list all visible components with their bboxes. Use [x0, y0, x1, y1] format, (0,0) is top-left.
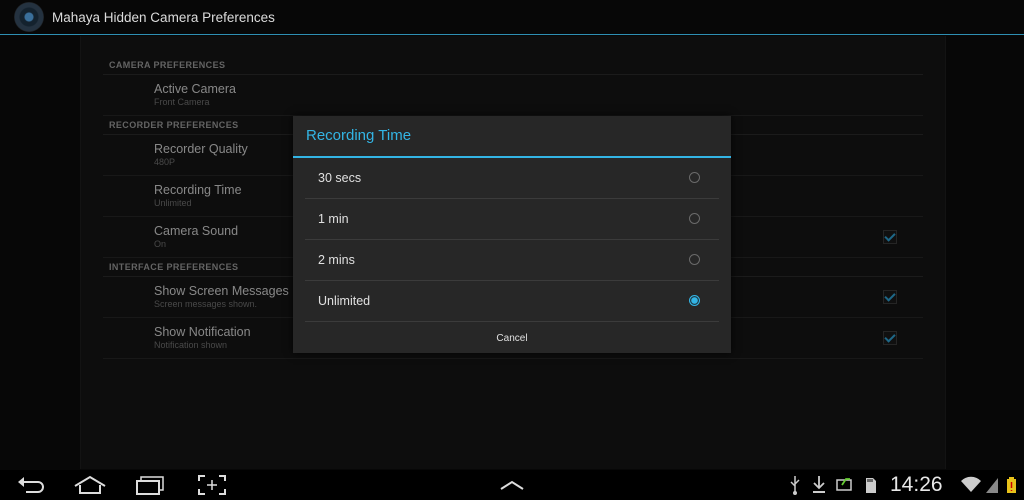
app-title: Mahaya Hidden Camera Preferences — [52, 9, 275, 25]
option-1-min[interactable]: 1 min — [305, 199, 719, 240]
dialog-options: 30 secs 1 min 2 mins Unlimited — [305, 158, 719, 322]
dialog-title: Recording Time — [293, 116, 731, 158]
cancel-button[interactable]: Cancel — [293, 322, 731, 356]
option-label: 30 secs — [318, 171, 362, 185]
camera-lens-icon[interactable] — [14, 2, 44, 32]
option-unlimited[interactable]: Unlimited — [305, 281, 719, 322]
sd-card-icon — [866, 478, 876, 493]
chevron-up-icon[interactable] — [498, 474, 526, 496]
home-icon[interactable] — [73, 474, 107, 496]
status-clock: 14:26 — [890, 473, 943, 496]
signal-icon — [986, 478, 998, 493]
option-label: Unlimited — [318, 294, 371, 308]
download-icon — [813, 476, 825, 493]
recording-time-dialog: Recording Time 30 secs 1 min 2 mins Unli… — [293, 116, 731, 353]
radio-button[interactable] — [689, 254, 700, 265]
wifi-icon — [961, 476, 981, 492]
battery-sync-icon — [836, 478, 852, 491]
radio-button[interactable] — [689, 213, 700, 224]
option-label: 2 mins — [318, 253, 355, 267]
option-label: 1 min — [318, 212, 349, 226]
action-bar: Mahaya Hidden Camera Preferences — [0, 0, 1024, 35]
battery-warning-icon — [1007, 477, 1016, 493]
back-icon[interactable] — [16, 474, 46, 496]
option-30-secs[interactable]: 30 secs — [305, 158, 719, 199]
system-navigation-bar: 14:26 — [0, 470, 1024, 500]
radio-button-selected[interactable] — [689, 295, 700, 306]
option-2-mins[interactable]: 2 mins — [305, 240, 719, 281]
usb-icon — [790, 476, 800, 495]
recent-apps-icon[interactable] — [134, 474, 166, 496]
radio-button[interactable] — [689, 172, 700, 183]
screenshot-icon[interactable] — [197, 474, 227, 496]
